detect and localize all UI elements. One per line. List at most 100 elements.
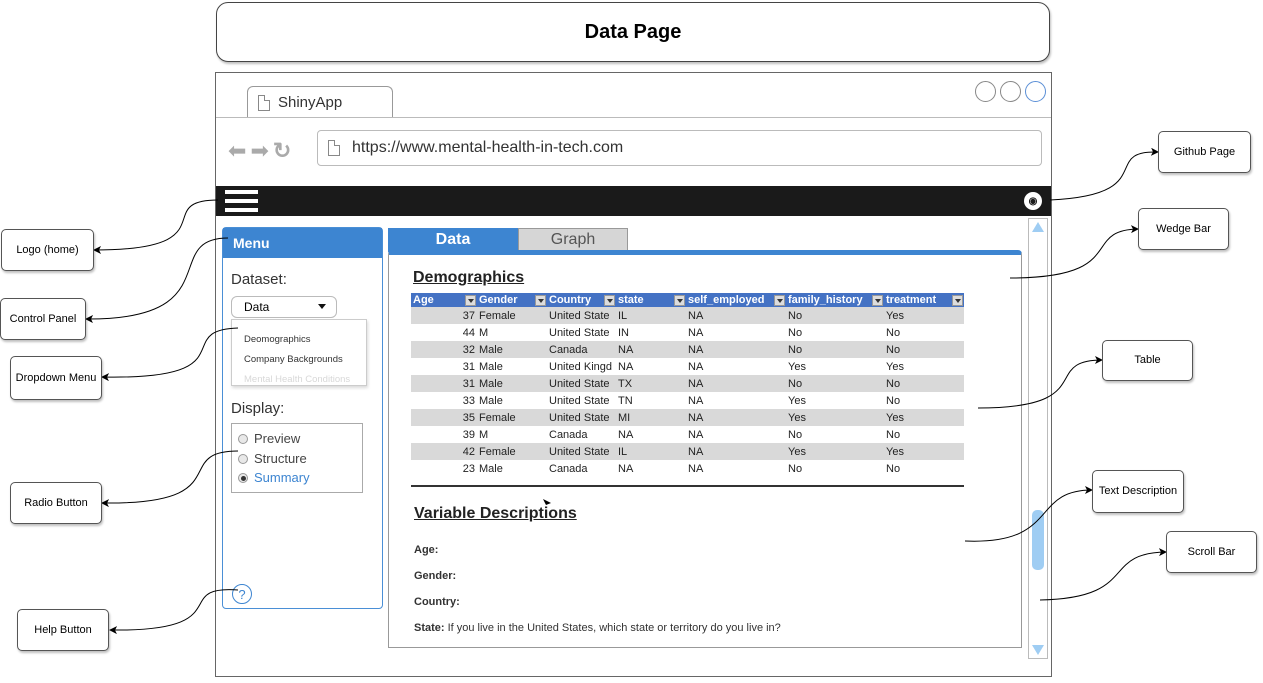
table-cell: 33 — [462, 394, 475, 407]
variable-descriptions-title: Variable Descriptions — [414, 505, 577, 522]
table-cell: NA — [618, 462, 634, 475]
dropdown-option-company-backgrounds[interactable]: Company Backgrounds — [244, 354, 343, 365]
table-cell: Canada — [547, 341, 616, 358]
table-cell: United State — [547, 307, 616, 324]
table-row: 35 Female United State MI NA Yes Yes — [411, 409, 964, 426]
table-cell: Yes — [884, 443, 964, 460]
table-row: 31 Male United Kingd NA NA Yes Yes — [411, 358, 964, 375]
table-cell: NA — [688, 428, 704, 441]
dataset-select[interactable]: Data — [231, 296, 337, 318]
column-header[interactable]: Gender — [477, 293, 547, 307]
table-cell: No — [886, 326, 901, 339]
table-cell: United State — [547, 443, 616, 460]
help-button[interactable]: ? — [232, 584, 252, 604]
filter-dropdown-icon[interactable] — [465, 295, 476, 306]
radio-structure[interactable]: Structure — [238, 451, 307, 466]
table-cell: NA — [688, 360, 704, 373]
caret-down-icon — [318, 304, 326, 309]
column-header-label: self_employed — [688, 294, 765, 306]
radio-group: Preview Structure Summary — [231, 423, 363, 493]
browser-window: ShinyApp ⬅ ➡ ↻ https://www.mental-health… — [215, 72, 1052, 677]
filter-dropdown-icon[interactable] — [604, 295, 615, 306]
scroll-thumb[interactable] — [1032, 510, 1044, 570]
callout-wedge-bar: Wedge Bar — [1138, 208, 1229, 250]
reload-icon[interactable]: ↻ — [273, 138, 291, 164]
table-cell: Yes — [884, 307, 964, 324]
dropdown-option-mental-health-conditions[interactable]: Mental Health Conditions — [244, 374, 350, 385]
browser-tab[interactable]: ShinyApp — [247, 86, 393, 118]
table-row: 37 Female United State IL NA No Yes — [411, 307, 964, 324]
callout-scroll-bar: Scroll Bar — [1166, 531, 1257, 573]
table-cell: No — [886, 394, 901, 407]
dataset-label: Dataset: — [231, 271, 287, 288]
top-nav-bar: ◉ — [216, 186, 1051, 216]
callout-logo-home: Logo (home) — [1, 229, 94, 271]
table-row: 42 Female United State IL NA Yes Yes — [411, 443, 964, 460]
demographics-title: Demographics — [413, 269, 525, 286]
table-cell: No — [884, 375, 964, 392]
radio-circle-icon — [238, 453, 248, 464]
github-icon[interactable]: ◉ — [1024, 192, 1042, 210]
table-cell: Male — [477, 375, 547, 392]
table-cell: Male — [479, 394, 503, 407]
dropdown-option-demographics[interactable]: Deomographics — [244, 334, 311, 345]
column-header[interactable]: state — [616, 293, 686, 307]
tab-data[interactable]: Data — [388, 228, 518, 252]
hamburger-menu-icon[interactable] — [225, 190, 258, 212]
table-cell: IL — [616, 443, 686, 460]
table-cell: Female — [477, 409, 547, 426]
table-cell: No — [786, 307, 884, 324]
table-cell: NA — [688, 462, 704, 475]
table-cell: NA — [616, 341, 686, 358]
table-cell: No — [786, 375, 884, 392]
tab-graph[interactable]: Graph — [518, 228, 628, 252]
filter-dropdown-icon[interactable] — [674, 295, 685, 306]
back-arrow-icon[interactable]: ⬅ — [228, 138, 246, 164]
table-bottom-border — [411, 485, 964, 487]
callout-text-description: Text Description — [1092, 470, 1184, 513]
column-header[interactable]: family_history — [786, 293, 884, 307]
column-header[interactable]: self_employed — [686, 293, 786, 307]
table-cell: 31 — [411, 375, 477, 392]
table-cell: Yes — [786, 409, 884, 426]
filter-dropdown-icon[interactable] — [774, 295, 785, 306]
table-cell: No — [788, 326, 803, 339]
table-header-row: Age Gender Country state self_employed family… — [411, 293, 964, 307]
main-content: Demographics Age Gender Country state self_e… — [388, 250, 1022, 648]
url-bar[interactable]: https://www.mental-health-in-tech.com — [317, 130, 1042, 166]
filter-dropdown-icon[interactable] — [872, 295, 883, 306]
table-cell: 31 — [462, 360, 475, 373]
table-cell: Female — [477, 307, 547, 324]
filter-dropdown-icon[interactable] — [535, 295, 546, 306]
filter-dropdown-icon[interactable] — [952, 295, 963, 306]
table-row: 39 M Canada NA NA No No — [411, 426, 964, 443]
column-header[interactable]: treatment — [884, 293, 964, 307]
maximize-button[interactable] — [1000, 81, 1021, 102]
radio-checked-icon — [238, 472, 248, 483]
table-cell: 42 — [411, 443, 477, 460]
radio-summary[interactable]: Summary — [238, 470, 310, 485]
data-table: Age Gender Country state self_employed family… — [411, 293, 964, 477]
scroll-up-arrow-icon[interactable] — [1032, 222, 1044, 232]
minimize-button[interactable] — [975, 81, 996, 102]
close-button[interactable] — [1025, 81, 1046, 102]
variable-desc-text: If you live in the United States, which … — [447, 622, 781, 634]
forward-arrow-icon[interactable]: ➡ — [250, 138, 268, 164]
scroll-bar[interactable] — [1028, 218, 1048, 659]
scroll-down-arrow-icon[interactable] — [1032, 645, 1044, 655]
variable-separator: : — [456, 596, 460, 608]
table-cell: Yes — [786, 443, 884, 460]
browser-tab-label: ShinyApp — [278, 94, 343, 111]
url-text: https://www.mental-health-in-tech.com — [352, 139, 624, 156]
column-header-label: Age — [413, 294, 434, 306]
radio-preview[interactable]: Preview — [238, 431, 300, 446]
column-header[interactable]: Country — [547, 293, 616, 307]
column-header-label: Gender — [479, 294, 518, 306]
table-cell: NA — [688, 394, 704, 407]
variable-name: Country — [414, 596, 457, 608]
callout-radio-button: Radio Button — [10, 482, 102, 524]
radio-circle-icon — [238, 433, 248, 444]
column-header[interactable]: Age — [411, 293, 477, 307]
radio-label: Structure — [254, 451, 307, 466]
table-cell: United State — [549, 394, 610, 407]
